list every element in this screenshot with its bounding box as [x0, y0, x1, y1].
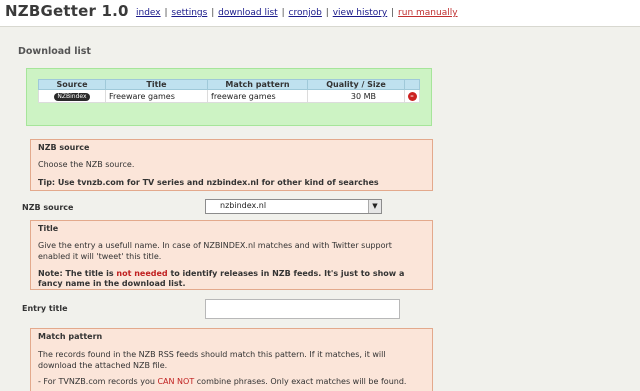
match-pattern-line2: download the attached NZB file.	[38, 361, 168, 370]
match-pattern-info-title: Match pattern	[38, 332, 103, 341]
title-note-part2: to identify releases in NZB feeds. It's …	[167, 269, 405, 278]
column-header-quality-size: Quality / Size	[307, 79, 405, 90]
cell-actions: –	[404, 89, 420, 103]
match-pattern-line3-part2: combine phrases. Only exact matches will…	[194, 377, 407, 386]
download-table: Source Title Match pattern Quality / Siz…	[38, 79, 420, 103]
cell-title: Freeware games	[105, 89, 208, 103]
title-info-note-line2: fancy name in the download list.	[38, 279, 186, 288]
match-pattern-line3-part1: - For TVNZB.com records you	[38, 377, 158, 386]
title-info-box: Title Give the entry a usefull name. In …	[30, 220, 433, 290]
nav-separator: |	[211, 8, 215, 18]
cell-source: NZBindex	[38, 89, 106, 103]
nzb-source-info-tip: Tip: Use tvnzb.com for TV series and nzb…	[38, 178, 379, 187]
nav-link-run-manually[interactable]: run manually	[398, 8, 458, 18]
nav-link-download-list[interactable]: download list	[218, 8, 278, 18]
title-info-line2: enabled it will 'tweet' this title.	[38, 252, 162, 261]
delete-icon[interactable]: –	[407, 92, 417, 101]
title-note-highlight: not needed	[116, 269, 168, 278]
nzbindex-logo: NZBindex	[54, 93, 90, 101]
download-list-heading: Download list	[18, 46, 91, 57]
entry-title-label: Entry title	[22, 304, 68, 313]
nav-separator: |	[325, 8, 329, 18]
column-header-title: Title	[105, 79, 208, 90]
main-nav: index | settings | download list | cronj…	[136, 8, 458, 18]
match-pattern-highlight: CAN NOT	[157, 377, 195, 386]
nav-separator: |	[391, 8, 395, 18]
nav-link-index[interactable]: index	[136, 8, 161, 18]
nav-link-settings[interactable]: settings	[171, 8, 207, 18]
table-row[interactable]: NZBindex Freeware games freeware games 3…	[38, 89, 420, 103]
entry-title-input[interactable]	[205, 299, 400, 319]
column-header-actions	[404, 79, 420, 90]
nzb-source-info-box: NZB source Choose the NZB source. Tip: U…	[30, 139, 433, 191]
column-header-source: Source	[38, 79, 106, 90]
nav-separator: |	[164, 8, 168, 18]
header: NZBGetter 1.0 index | settings | downloa…	[0, 0, 640, 27]
nzb-source-select[interactable]: nzbindex.nl ▼	[205, 199, 382, 214]
nzb-source-info-title: NZB source	[38, 143, 90, 152]
column-header-match-pattern: Match pattern	[207, 79, 308, 90]
cell-quality-size: 30 MB	[307, 89, 405, 103]
title-note-part1: Note: The title is	[38, 269, 117, 278]
nzb-source-selected-value: nzbindex.nl	[220, 201, 267, 210]
title-info-line1: Give the entry a usefull name. In case o…	[38, 241, 392, 250]
nav-link-cronjob[interactable]: cronjob	[289, 8, 322, 18]
cell-match-pattern: freeware games	[207, 89, 308, 103]
title-info-note: Note: The title is not needed to identif…	[38, 269, 404, 278]
download-list-panel: Source Title Match pattern Quality / Siz…	[26, 68, 432, 126]
app-title: NZBGetter 1.0	[5, 2, 129, 20]
title-info-title: Title	[38, 224, 59, 233]
nav-separator: |	[281, 8, 285, 18]
nzb-source-label: NZB source	[22, 203, 74, 212]
match-pattern-line3: - For TVNZB.com records you CAN NOT comb…	[38, 377, 406, 386]
nav-link-view-history[interactable]: view history	[333, 8, 388, 18]
nzb-source-info-desc: Choose the NZB source.	[38, 160, 135, 169]
match-pattern-line1: The records found in the NZB RSS feeds s…	[38, 350, 386, 359]
chevron-down-icon[interactable]: ▼	[368, 200, 381, 213]
table-header-row: Source Title Match pattern Quality / Siz…	[38, 79, 420, 90]
match-pattern-info-box: Match pattern The records found in the N…	[30, 328, 433, 391]
